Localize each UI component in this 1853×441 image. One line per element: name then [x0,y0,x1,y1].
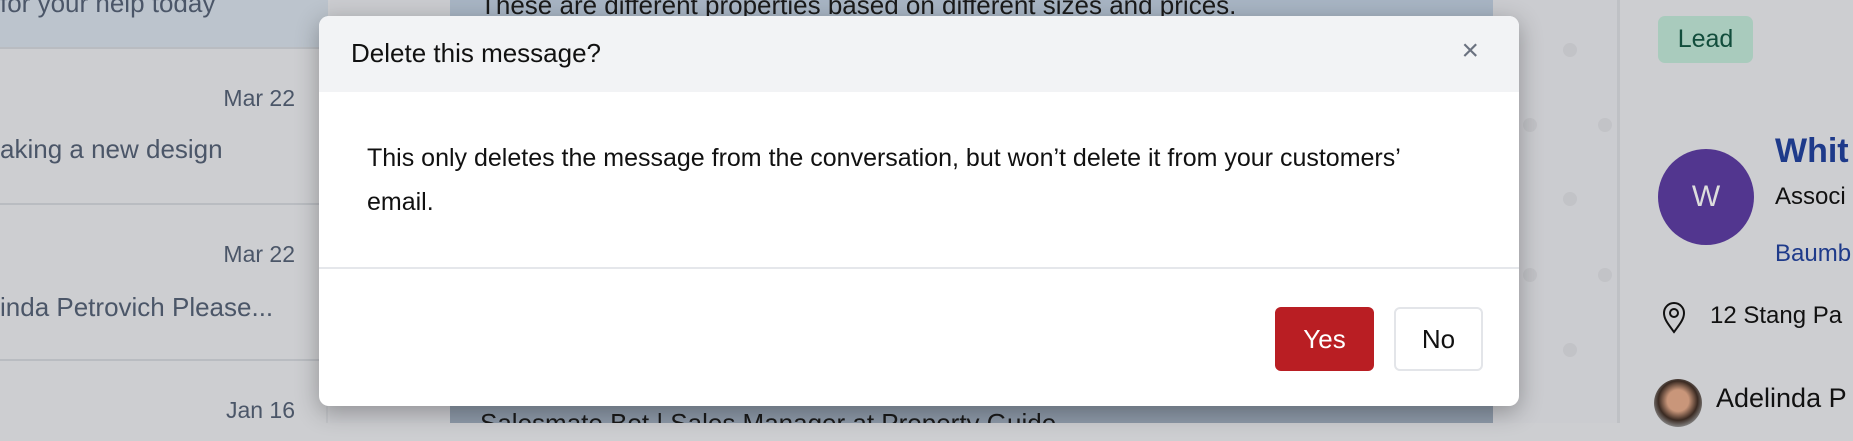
dialog-header: Delete this message? × [319,16,1519,92]
conversation-item[interactable]: Mar 22 inda Petrovich Please... [0,205,328,361]
conversation-date: Mar 22 [223,241,295,267]
location-icon [1662,302,1686,334]
avatar: W [1658,149,1754,245]
lead-badge: Lead [1658,16,1753,63]
dialog-message: This only deletes the message from the c… [319,92,1519,269]
conversation-list: for your help today Mar 22 aking a new d… [0,0,328,423]
close-icon[interactable]: × [1461,34,1479,68]
conversation-snippet: aking a new design [0,134,223,164]
owner-name: Adelinda P [1716,383,1847,413]
conversation-item[interactable]: Mar 22 aking a new design [0,49,328,205]
conversation-date: Jan 16 [225,397,295,423]
conversation-date: Mar 22 [223,85,295,111]
delete-message-dialog: Delete this message? × This only deletes… [319,16,1519,406]
conversation-snippet: inda Petrovich Please... [0,292,274,322]
dot [1563,343,1577,357]
dialog-title: Delete this message? [351,38,602,68]
yes-button[interactable]: Yes [1275,307,1374,371]
dot [1523,118,1537,132]
company-link[interactable]: Baumb [1775,240,1851,268]
contact-name[interactable]: Whit [1775,132,1849,171]
conversation-snippet: for your help today [0,0,216,18]
contact-title: Associ [1775,183,1846,210]
dot [1563,43,1577,57]
conversation-item[interactable]: for your help today [0,0,328,49]
contact-address: 12 Stang Pa [1710,302,1843,329]
dot [1563,192,1577,206]
conversation-item[interactable]: Jan 16 [0,361,328,441]
owner-avatar [1654,379,1702,427]
dot [1523,268,1537,282]
dot [1598,118,1612,132]
dot [1598,268,1612,282]
no-button[interactable]: No [1394,307,1483,371]
contact-panel: Lead W Whit Associ Baumb 12 Stang Pa Ade… [1617,0,1853,427]
